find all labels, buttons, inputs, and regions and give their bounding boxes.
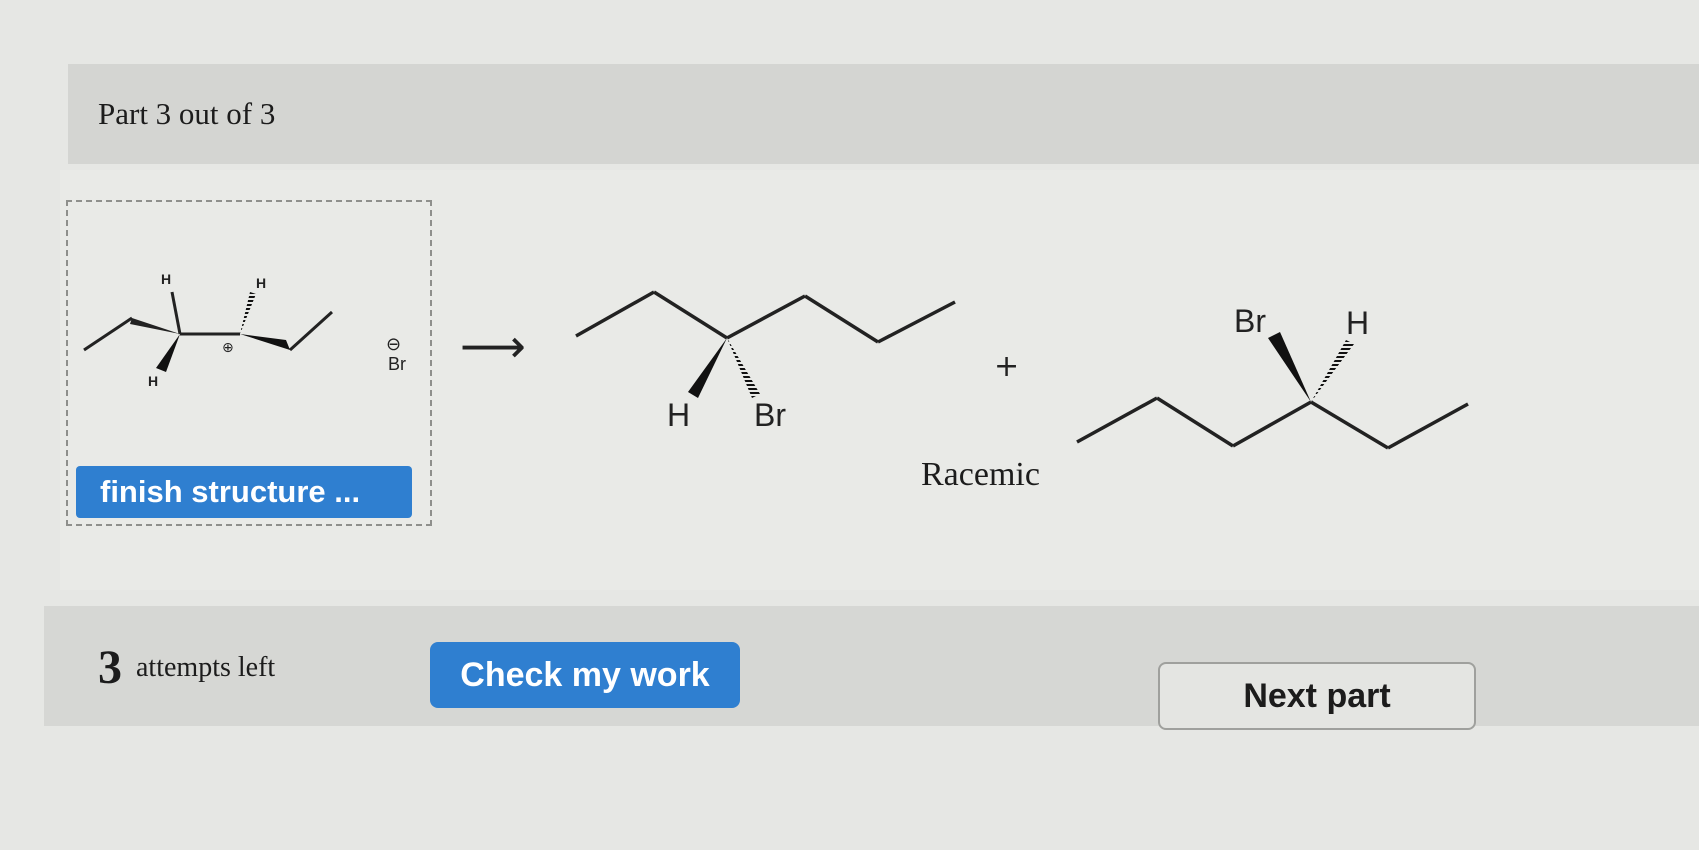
next-part-button[interactable]: Next part xyxy=(1158,662,1476,730)
reactant-bond-methyl xyxy=(83,316,133,352)
product-1-hash-bond-br xyxy=(727,338,760,398)
reactant-h-bottom-left: H xyxy=(148,373,158,389)
reactant-wedge-bond-h-bottom xyxy=(156,334,180,372)
finish-structure-button[interactable]: finish structure ... xyxy=(76,466,412,518)
reactant-h-top-right: H xyxy=(256,275,266,291)
product-1-structure xyxy=(575,290,956,344)
bromide-charge: ⊖ xyxy=(386,334,401,355)
check-my-work-button[interactable]: Check my work xyxy=(430,642,740,708)
product-2-br-label: Br xyxy=(1234,303,1266,339)
reactant-structure xyxy=(83,291,334,352)
reactant-bond-h-top-left xyxy=(170,291,182,335)
reactant-hash-bond-left xyxy=(130,318,180,334)
bromide-label: Br xyxy=(388,354,406,374)
reactant-hash-bond-h-top xyxy=(240,292,256,334)
carbocation-charge: ⊕ xyxy=(222,340,234,356)
reactant-h-top-left: H xyxy=(161,271,171,287)
reactant-bond-right xyxy=(288,310,334,352)
product-1-wedge-bond-h xyxy=(688,338,727,398)
attempts-left: 3 attempts left xyxy=(98,640,275,695)
product-2-hash-bond-h xyxy=(1311,340,1354,402)
attempts-count: 3 xyxy=(98,641,122,694)
product-2-h-label: H xyxy=(1346,305,1369,341)
reactant-wedge-bond-right xyxy=(240,334,290,350)
racemic-label: Racemic xyxy=(921,456,1040,493)
reaction-arrow: ⟶ xyxy=(460,319,526,373)
plus-sign: + xyxy=(994,349,1019,384)
product-2-structure xyxy=(1076,396,1469,450)
product-1-h-label: H xyxy=(667,397,690,433)
product-2-wedge-bond-br xyxy=(1268,332,1311,402)
product-1-br-label: Br xyxy=(754,397,786,433)
attempts-label: attempts left xyxy=(136,651,276,683)
